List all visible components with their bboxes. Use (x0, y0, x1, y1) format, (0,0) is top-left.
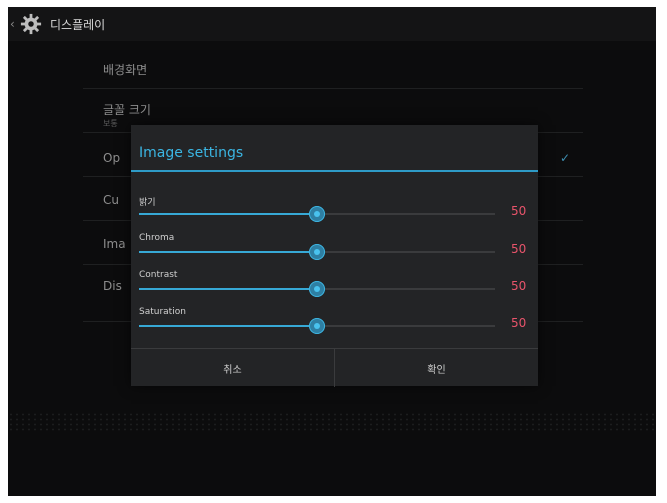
slider-value: 50 (511, 279, 527, 293)
action-bar: ‹ 디스플레이 (8, 7, 656, 41)
slider-label: Saturation (139, 307, 186, 317)
image-settings-dialog: Image settings 밝기 50 Chroma 50 Contrast (131, 125, 538, 387)
setting-wallpaper[interactable]: 배경화면 (83, 45, 583, 89)
setting-title: Dis (103, 279, 122, 293)
slider-value: 50 (511, 242, 527, 256)
dialog-title: Image settings (139, 145, 244, 161)
slider-saturation: Saturation 50 (131, 307, 538, 341)
slider-track[interactable] (139, 281, 495, 297)
slider-label: 밝기 (139, 198, 156, 208)
slider-track[interactable] (139, 206, 495, 222)
back-icon[interactable]: ‹ (10, 17, 18, 31)
slider-thumb[interactable] (309, 206, 325, 222)
setting-title: 배경화면 (103, 63, 148, 77)
checkbox-check-icon[interactable]: ✓ (560, 151, 570, 165)
slider-value: 50 (511, 316, 527, 330)
dialog-divider (131, 170, 538, 172)
slider-thumb[interactable] (309, 318, 325, 334)
slider-label: Chroma (139, 233, 175, 243)
slider-fill (139, 288, 317, 290)
screen: ‹ 디스플레이 배경화면 글꼴 크기 보통 Op ✓ Cu Ima Dis Im… (8, 7, 656, 496)
slider-chroma: Chroma 50 (131, 233, 538, 267)
setting-title: 글꼴 크기 (103, 103, 151, 117)
slider-fill (139, 251, 317, 253)
slider-fill (139, 213, 317, 215)
slider-fill (139, 325, 317, 327)
cancel-button[interactable]: 취소 (131, 349, 334, 387)
setting-summary: 보통 (103, 119, 118, 128)
slider-label: Contrast (139, 270, 178, 280)
slider-track[interactable] (139, 318, 495, 334)
background-texture (8, 412, 656, 432)
ok-button[interactable]: 확인 (335, 349, 538, 387)
slider-track[interactable] (139, 244, 495, 260)
gear-icon[interactable] (20, 13, 42, 35)
setting-title: Cu (103, 193, 119, 207)
slider-thumb[interactable] (309, 244, 325, 260)
app-title: 디스플레이 (50, 17, 106, 32)
dialog-button-bar: 취소 확인 (131, 348, 538, 387)
slider-contrast: Contrast 50 (131, 270, 538, 304)
slider-brightness: 밝기 50 (131, 195, 538, 229)
slider-value: 50 (511, 204, 527, 218)
setting-title: Ima (103, 237, 126, 251)
slider-thumb[interactable] (309, 281, 325, 297)
setting-title: Op (103, 151, 121, 165)
